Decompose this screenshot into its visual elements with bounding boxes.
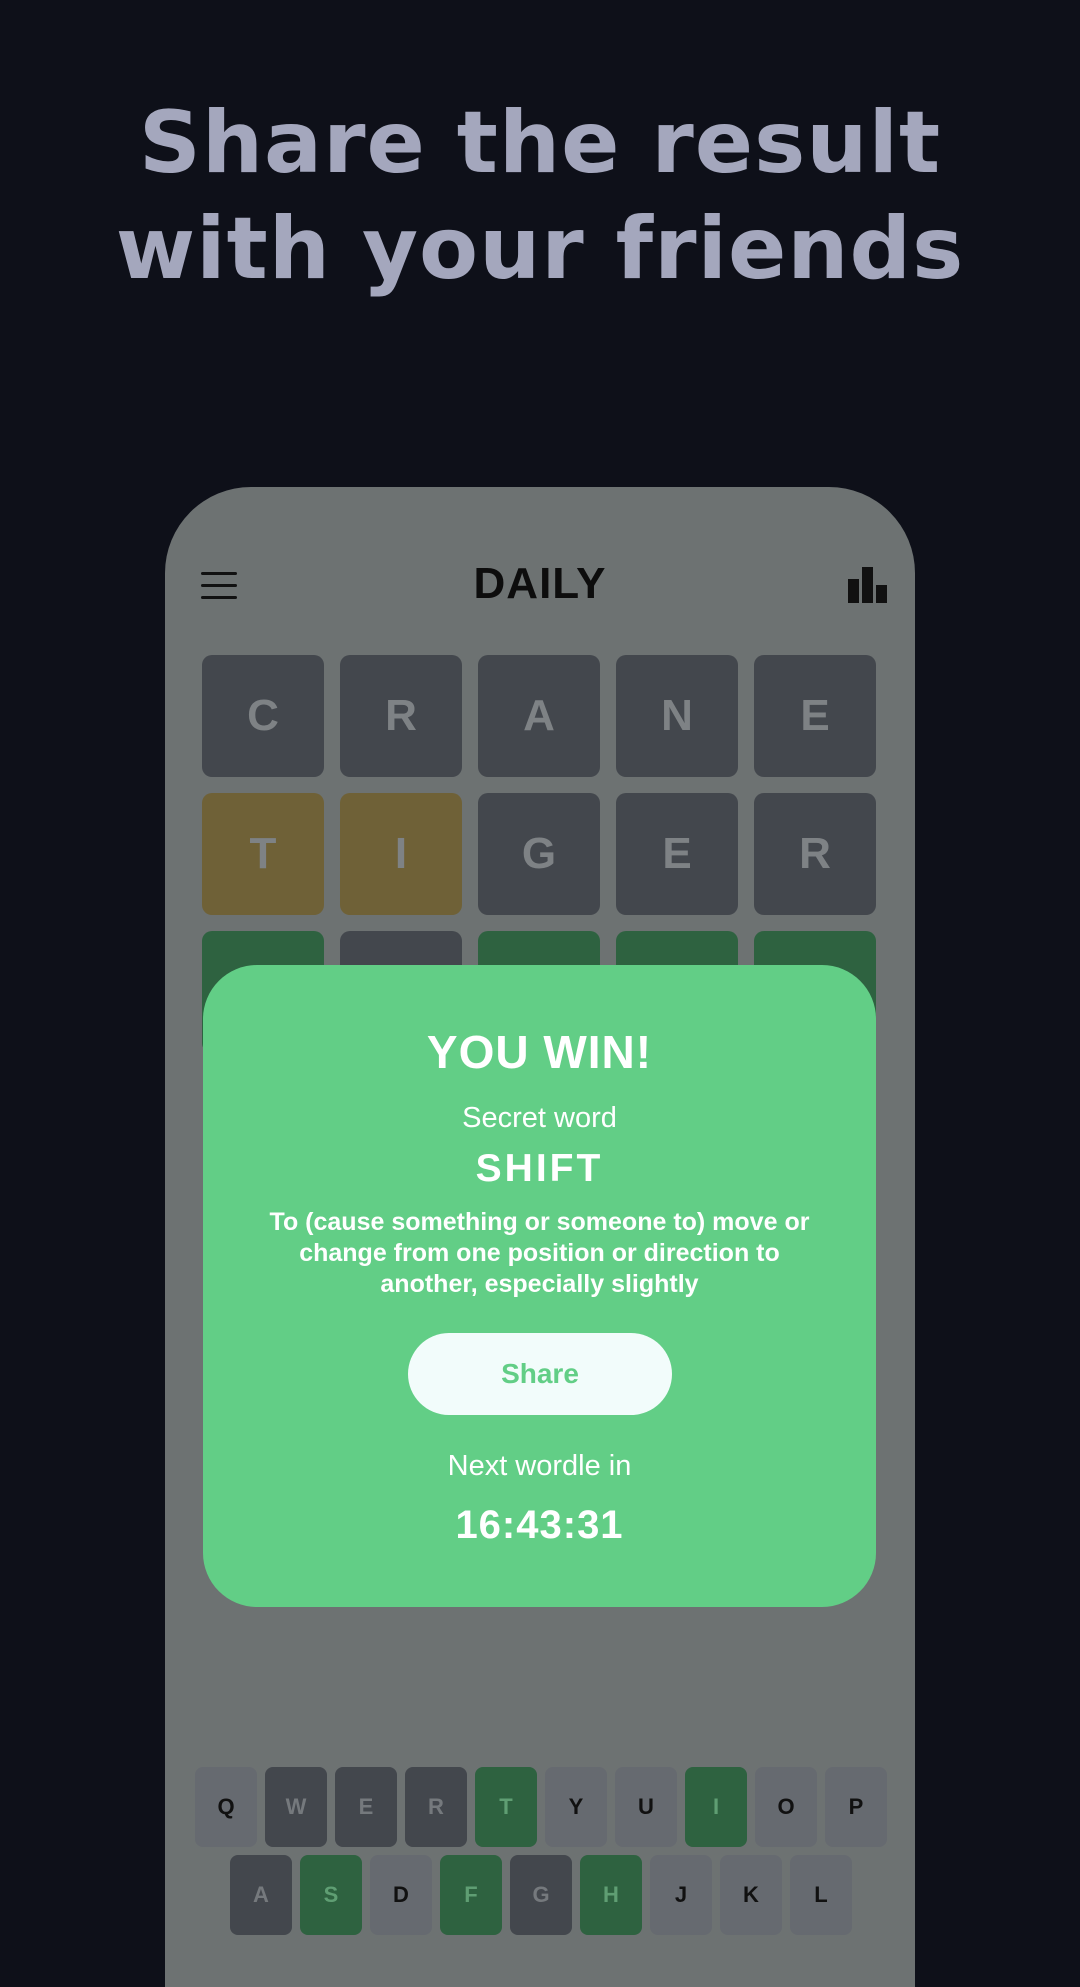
key-w[interactable]: W [265, 1767, 327, 1847]
key-a[interactable]: A [230, 1855, 292, 1935]
board-tile: N [616, 655, 738, 777]
key-i[interactable]: I [685, 1767, 747, 1847]
key-s[interactable]: S [300, 1855, 362, 1935]
board-tile: R [754, 793, 876, 915]
board-tile: C [202, 655, 324, 777]
key-y[interactable]: Y [545, 1767, 607, 1847]
result-dialog: YOU WIN! Secret word SHIFT To (cause som… [203, 965, 876, 1607]
board-tile: T [202, 793, 324, 915]
headline: Share the result with your friends [0, 90, 1080, 302]
key-j[interactable]: J [650, 1855, 712, 1935]
key-g[interactable]: G [510, 1855, 572, 1935]
headline-line-2: with your friends [115, 199, 965, 299]
board-tile: R [340, 655, 462, 777]
key-d[interactable]: D [370, 1855, 432, 1935]
key-o[interactable]: O [755, 1767, 817, 1847]
key-l[interactable]: L [790, 1855, 852, 1935]
key-t[interactable]: T [475, 1767, 537, 1847]
key-u[interactable]: U [615, 1767, 677, 1847]
key-k[interactable]: K [720, 1855, 782, 1935]
stats-icon[interactable] [848, 567, 888, 603]
key-e[interactable]: E [335, 1767, 397, 1847]
key-h[interactable]: H [580, 1855, 642, 1935]
headline-line-1: Share the result [138, 93, 942, 193]
countdown-timer: 16:43:31 [455, 1503, 624, 1547]
key-r[interactable]: R [405, 1767, 467, 1847]
key-q[interactable]: Q [195, 1767, 257, 1847]
next-wordle-label: Next wordle in [447, 1450, 632, 1482]
share-button[interactable]: Share [408, 1333, 672, 1415]
board-tile: I [340, 793, 462, 915]
secret-word: SHIFT [475, 1147, 604, 1190]
app-title: DAILY [473, 559, 607, 608]
board-tile: E [754, 655, 876, 777]
result-title: YOU WIN! [426, 1026, 653, 1078]
word-definition: To (cause something or someone to) move … [269, 1208, 810, 1298]
board-tile: E [616, 793, 738, 915]
key-p[interactable]: P [825, 1767, 887, 1847]
board-tile: A [478, 655, 600, 777]
board-tile: G [478, 793, 600, 915]
key-f[interactable]: F [440, 1855, 502, 1935]
secret-word-label: Secret word [462, 1102, 617, 1134]
